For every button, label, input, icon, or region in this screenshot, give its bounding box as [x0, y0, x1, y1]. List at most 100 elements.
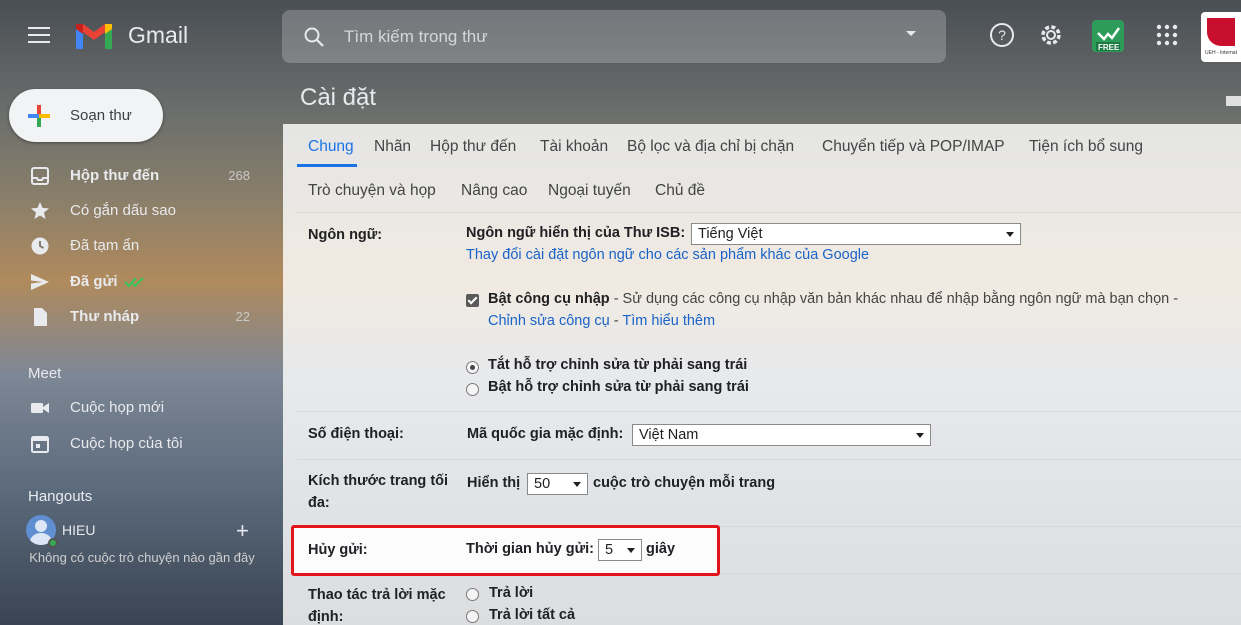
tab-chat-and-meet[interactable]: Trò chuyện và họp: [308, 182, 436, 200]
reply-all-radio[interactable]: [466, 610, 479, 623]
tab-filters[interactable]: Bộ lọc và địa chỉ bị chặn: [627, 138, 794, 156]
inbox-icon: [31, 167, 49, 185]
input-tools-text: Bật công cụ nhập - Sử dụng các công cụ n…: [488, 291, 1178, 307]
undo-send-period-select[interactable]: 5: [598, 539, 642, 561]
rtl-off-radio[interactable]: [466, 361, 479, 374]
tab-labels[interactable]: Nhãn: [374, 138, 411, 156]
divider: [297, 411, 1241, 412]
undo-send-period-label: Thời gian hủy gửi:: [466, 541, 594, 557]
meet-section-title: Meet: [28, 365, 62, 382]
settings-tabs-row-1: Chung Nhãn Hộp thư đến Tài khoản Bộ lọc …: [283, 132, 1241, 168]
tab-general[interactable]: Chung: [308, 138, 354, 156]
gmail-logo-icon[interactable]: [74, 21, 114, 51]
clock-icon: [31, 237, 49, 255]
tab-addons[interactable]: Tiện ích bổ sung: [1029, 138, 1143, 156]
default-reply-label-line-2: định:: [308, 609, 344, 625]
edit-tools-link[interactable]: Chỉnh sửa công cụ: [488, 313, 610, 329]
page-size-value: 50: [534, 476, 551, 492]
draft-icon: [34, 308, 47, 326]
sidebar-item-label: Cuộc họp của tôi: [70, 435, 183, 452]
active-tab-indicator: [297, 164, 357, 167]
star-icon: [31, 202, 49, 219]
new-conversation-plus-icon[interactable]: +: [236, 518, 249, 544]
country-code-value: Việt Nam: [639, 427, 699, 443]
default-reply-label-line-1: Thao tác trả lời mặc: [308, 587, 446, 603]
change-language-link[interactable]: Thay đổi cài đặt ngôn ngữ cho các sản ph…: [466, 247, 869, 263]
sidebar-item-starred[interactable]: Có gắn dấu sao: [0, 195, 270, 227]
compose-button[interactable]: Soạn thư: [9, 89, 163, 142]
chevron-down-icon: [627, 548, 635, 553]
chevron-down-icon: [573, 482, 581, 487]
chevron-down-icon: [1006, 232, 1014, 237]
hangouts-empty-message: Không có cuộc trò chuyện nào gần đây: [29, 550, 255, 565]
unread-count: 268: [228, 168, 250, 183]
link-separator: -: [613, 313, 619, 329]
tab-advanced[interactable]: Nâng cao: [461, 182, 527, 200]
rtl-on-label: Bật hỗ trợ chỉnh sửa từ phải sang trái: [488, 379, 749, 395]
online-status-badge: [48, 538, 58, 548]
tab-accounts[interactable]: Tài khoản: [540, 138, 608, 156]
rtl-on-radio[interactable]: [466, 383, 479, 396]
organization-logo-icon: [1207, 18, 1235, 46]
display-language-label: Ngôn ngữ hiển thị của Thư ISB:: [466, 225, 686, 241]
keyboard-icon[interactable]: [1226, 96, 1241, 106]
undo-send-row-label: Hủy gửi:: [308, 542, 368, 558]
page-size-select[interactable]: 50: [527, 473, 588, 495]
input-tools-checkbox[interactable]: [466, 294, 479, 307]
double-check-icon: [124, 277, 144, 288]
tab-themes[interactable]: Chủ đề: [655, 182, 705, 200]
main-menu-icon[interactable]: [28, 27, 50, 43]
country-code-select[interactable]: Việt Nam: [632, 424, 931, 446]
reply-radio[interactable]: [466, 588, 479, 601]
gear-icon[interactable]: [1038, 22, 1064, 48]
sidebar-item-label: Đã gửi: [70, 273, 118, 290]
sidebar-item-label: Có gắn dấu sao: [70, 202, 176, 219]
hangouts-section-title: Hangouts: [28, 488, 93, 505]
calendar-icon: [31, 436, 49, 453]
svg-text:?: ?: [998, 27, 1006, 43]
hangouts-user-name[interactable]: HIEU: [62, 522, 95, 538]
sidebar-item-label: Thư nháp: [70, 308, 140, 325]
page-size-label-line-2: đa:: [308, 495, 330, 511]
divider: [297, 212, 1241, 213]
plus-icon: [28, 105, 50, 127]
country-code-label: Mã quốc gia mặc định:: [467, 426, 624, 442]
display-language-value: Tiếng Việt: [698, 226, 763, 242]
search-options-chevron-down-icon[interactable]: [906, 31, 916, 36]
chevron-down-icon: [916, 433, 924, 438]
sidebar-item-snoozed[interactable]: Đã tạm ẩn: [0, 230, 270, 262]
sidebar-item-label: Hộp thư đến: [70, 167, 160, 184]
display-language-select[interactable]: Tiếng Việt: [691, 223, 1021, 245]
compose-label: Soạn thư: [70, 107, 132, 124]
reply-label: Trả lời: [489, 585, 534, 601]
learn-more-link[interactable]: Tìm hiểu thêm: [622, 313, 715, 329]
sidebar-item-my-meetings[interactable]: Cuộc họp của tôi: [0, 428, 270, 460]
apps-grid-icon[interactable]: [1154, 22, 1180, 48]
search-input[interactable]: [344, 24, 864, 50]
tab-inbox[interactable]: Hộp thư đến: [430, 138, 516, 156]
help-icon[interactable]: ?: [989, 22, 1015, 48]
sidebar-item-sent[interactable]: Đã gửi: [0, 266, 270, 298]
search-bar[interactable]: [282, 10, 946, 63]
send-icon: [31, 274, 49, 290]
video-icon: [31, 403, 49, 413]
undo-send-highlight: Hủy gửi: Thời gian hủy gửi: 5 giây: [291, 525, 720, 576]
account-avatar[interactable]: UEH - Internat: [1201, 12, 1241, 62]
search-icon[interactable]: [302, 25, 326, 49]
sidebar-item-label: Cuộc họp mới: [70, 399, 165, 416]
language-row-label: Ngôn ngữ:: [308, 227, 383, 243]
sidebar-item-label: Đã tạm ẩn: [70, 237, 140, 254]
free-label: FREE: [1098, 43, 1120, 52]
phone-row-label: Số điện thoại:: [308, 426, 404, 442]
tab-offline[interactable]: Ngoại tuyến: [548, 182, 631, 200]
sidebar-item-drafts[interactable]: Thư nháp 22: [0, 301, 270, 333]
rtl-off-label: Tắt hỗ trợ chỉnh sửa từ phải sang trái: [488, 357, 748, 373]
default-reply-row-label: Thao tác trả lời mặc định:: [308, 584, 446, 625]
input-tools-description: - Sử dụng các công cụ nhập văn bản khác …: [613, 291, 1179, 307]
account-caption: UEH - Internat: [1205, 50, 1237, 56]
reply-all-label: Trả lời tất cả: [489, 607, 576, 623]
input-tools-links: Chỉnh sửa công cụ - Tìm hiểu thêm: [488, 313, 715, 329]
sidebar-item-new-meeting[interactable]: Cuộc họp mới: [0, 392, 270, 424]
tab-forwarding[interactable]: Chuyển tiếp và POP/IMAP: [822, 138, 1005, 156]
sidebar-item-inbox[interactable]: Hộp thư đến 268: [0, 160, 270, 192]
